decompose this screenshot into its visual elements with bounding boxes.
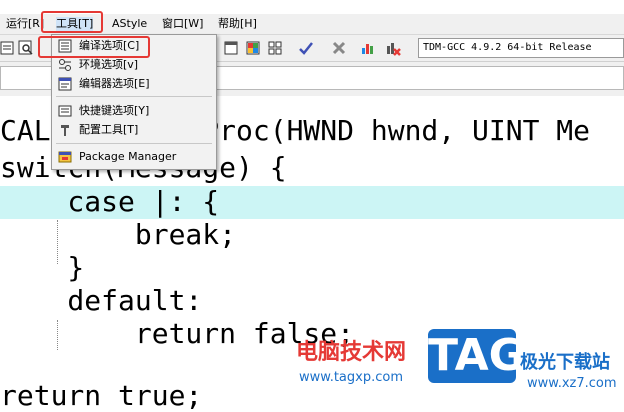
menu-item-label: Package Manager [79,150,177,163]
watermark-site2-url: www.xz7.com [527,376,617,391]
menu-item-label: 编辑器选项[E] [79,77,150,90]
code-line: case |: { [0,185,220,218]
watermark-logo: TAG [428,330,525,381]
menu-separator [56,96,212,97]
code-line: default: [0,284,203,317]
editor-options-icon [58,77,72,91]
menu-astyle[interactable]: AStyle [112,17,147,31]
toolbar-delete-icon[interactable] [331,40,347,56]
menu-item-label: 快捷键选项[Y] [79,104,150,117]
menu-item-configure-tools[interactable]: 配置工具[T] [52,121,212,139]
menu-run[interactable]: 运行[R] [6,17,44,31]
highlight-frame-tools-menu [41,11,103,33]
highlight-frame-compiler-options [38,36,150,58]
toolbar-grid-icon[interactable] [267,40,283,56]
environment-options-icon [59,59,71,71]
watermark-site-url: www.tagxp.com [299,370,403,385]
toolbar-window-icon[interactable] [223,40,239,56]
toolbar-chart-icon[interactable] [360,40,376,56]
toolbar-color-icon[interactable] [245,40,261,56]
menu-item-label: 环境选项[v] [79,58,139,71]
code-line: break; [0,218,237,251]
code-line: } [0,251,85,284]
compiler-select[interactable]: TDM-GCC 4.9.2 64-bit Release [418,38,624,58]
menu-separator [56,143,212,144]
toolbar-edit-icon[interactable] [0,40,16,56]
menu-window[interactable]: 窗口[W] [162,17,203,31]
menu-help[interactable]: 帮助[H] [218,17,257,31]
menu-item-environment-options[interactable]: 环境选项[v] [52,56,212,74]
code-line: return true; [0,379,203,412]
menu-item-editor-options[interactable]: 编辑器选项[E] [52,75,212,93]
watermark-site2-name: 极光下载站 [520,352,610,373]
menu-item-package-manager[interactable]: Package Manager [52,148,212,166]
menu-item-label: 配置工具[T] [79,123,139,136]
toolbar-check-icon[interactable] [298,40,314,56]
toolbar-find-icon[interactable] [18,40,34,56]
toolbar-profile-icon[interactable] [385,40,401,56]
watermark-site-name: 电脑技术网 [296,340,407,365]
package-manager-icon [58,151,72,163]
shortcut-options-icon [58,105,72,117]
menu-item-shortcut-options[interactable]: 快捷键选项[Y] [52,102,212,120]
configure-tools-icon [61,125,69,136]
